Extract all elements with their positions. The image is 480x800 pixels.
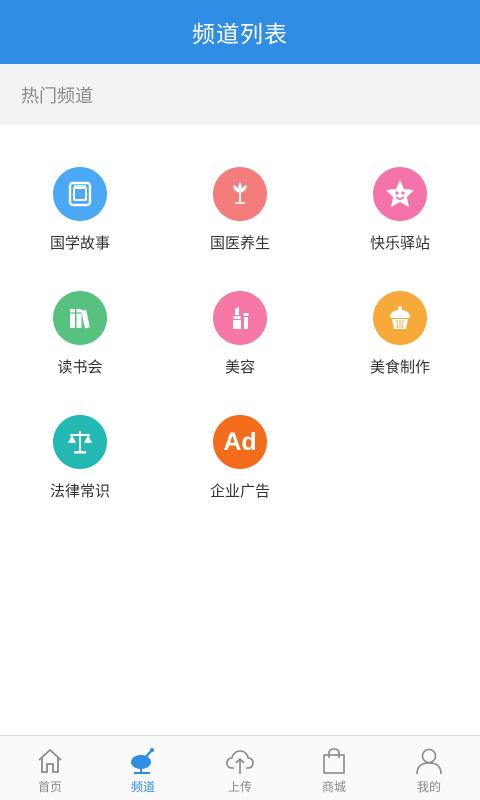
channel-label: 法律常识 — [49, 482, 110, 500]
lipstick-icon — [213, 291, 267, 345]
tab-label: 频道 — [130, 780, 155, 794]
page-title: 频道列表 — [192, 22, 288, 48]
upload-icon — [226, 750, 254, 774]
ad-icon-text: Ad — [223, 427, 257, 456]
channel-label: 美食制作 — [369, 358, 430, 376]
tab-mine[interactable]: 我的 — [389, 736, 469, 800]
bottom-tab-bar: 首页 频道 上传 商城 我的 — [0, 735, 480, 800]
channel-item-dushuhui[interactable]: 读书会 — [20, 291, 140, 391]
sprout-icon — [213, 167, 267, 221]
shopping-bag-icon — [323, 748, 345, 774]
channel-label: 企业广告 — [209, 482, 270, 500]
user-icon — [416, 748, 442, 775]
channel-label: 快乐驿站 — [369, 234, 430, 252]
app-screen: 频道列表 热门频道 国学故事 国医养生 快乐驿站 读书会 美容 美食制作 法律常… — [0, 0, 480, 800]
cupcake-icon — [373, 291, 427, 345]
channel-item-falv[interactable]: 法律常识 — [20, 415, 140, 515]
star-face-icon — [373, 167, 427, 221]
channel-item-guoyi[interactable]: 国医养生 — [180, 167, 300, 267]
section-title: 热门频道 — [21, 85, 93, 107]
channel-item-guanggao[interactable]: Ad 企业广告 — [180, 415, 300, 515]
tab-shop[interactable]: 商城 — [294, 736, 374, 800]
header-bar: 频道列表 — [0, 0, 480, 64]
ad-icon: Ad — [213, 415, 267, 469]
book-icon — [53, 167, 107, 221]
channel-item-kuaile[interactable]: 快乐驿站 — [340, 167, 460, 267]
tab-label: 商城 — [321, 780, 346, 794]
tab-home[interactable]: 首页 — [10, 736, 90, 800]
channel-icon — [131, 748, 154, 774]
channel-item-guoxue[interactable]: 国学故事 — [20, 167, 140, 267]
scales-icon — [53, 415, 107, 469]
books-icon — [53, 291, 107, 345]
channel-item-meirong[interactable]: 美容 — [180, 291, 300, 391]
channel-label: 国学故事 — [49, 234, 110, 252]
tab-channel[interactable]: 频道 — [103, 736, 183, 800]
tab-label: 我的 — [416, 780, 441, 794]
channel-label: 国医养生 — [209, 234, 270, 252]
tab-label: 首页 — [37, 780, 62, 794]
tab-label: 上传 — [227, 780, 252, 794]
channel-label: 美容 — [224, 358, 255, 376]
channel-item-meishi[interactable]: 美食制作 — [340, 291, 460, 391]
home-icon — [38, 749, 62, 773]
section-header: 热门频道 — [0, 64, 480, 125]
channel-label: 读书会 — [57, 358, 103, 376]
tab-upload[interactable]: 上传 — [200, 736, 280, 800]
